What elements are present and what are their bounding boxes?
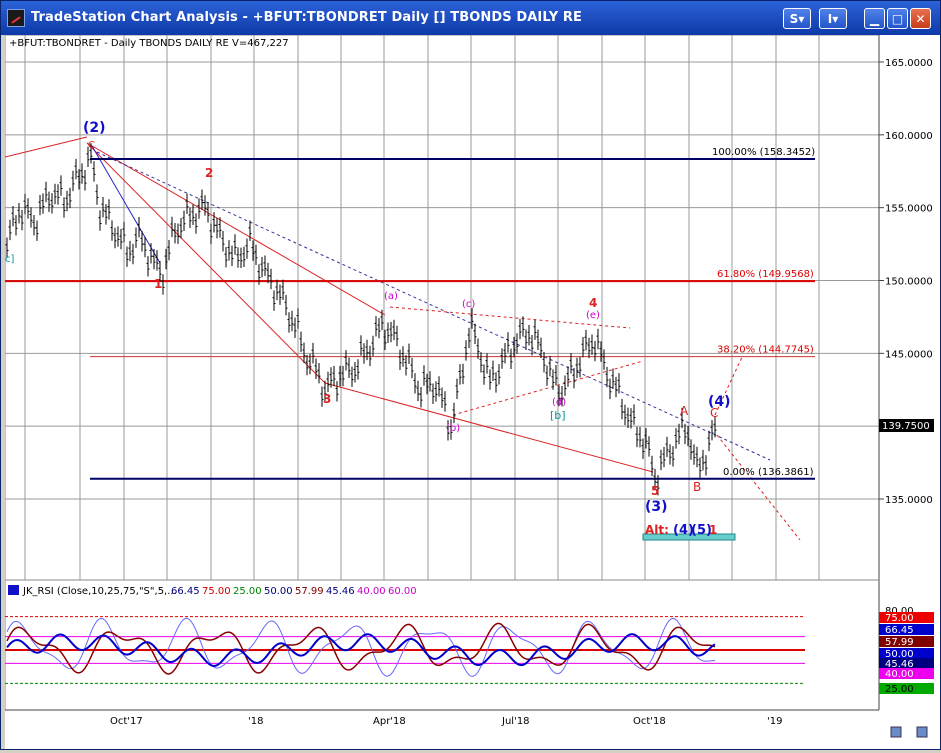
rsi-header-value: 57.99 xyxy=(295,586,324,597)
price-tick-label: 145.0000 xyxy=(885,349,933,360)
wave-label-B: B xyxy=(693,480,701,494)
rsi-indicator-icon[interactable] xyxy=(8,585,19,595)
price-tick-label: 165.0000 xyxy=(885,58,933,69)
wave-label-b: (b) xyxy=(446,423,460,434)
rsi-header-value: 45.46 xyxy=(326,586,355,597)
wave-label-A: A xyxy=(680,404,689,418)
rsi-header-value: 25.00 xyxy=(233,586,262,597)
fib-level-label: 100.00% (158.3452) xyxy=(712,147,815,158)
price-tick-label: 135.0000 xyxy=(885,495,933,506)
minimize-button[interactable]: ▁ xyxy=(864,8,885,29)
rsi-header-value: 66.45 xyxy=(171,586,200,597)
fib-level-label: 38.20% (144.7745) xyxy=(717,345,814,356)
price-axis: 165.0000 160.0000 155.0000 150.0000 145.0000… xyxy=(879,58,933,506)
fib-level-label: 0.00% (136.3861) xyxy=(723,467,814,478)
x-axis-label: '18 xyxy=(248,716,263,727)
rsi-header-value: 75.00 xyxy=(202,586,231,597)
wave-label-c: (c) xyxy=(462,299,475,310)
alt-minor-1: 1 xyxy=(709,523,717,537)
axis-corner xyxy=(879,710,940,749)
rsi-badge-text: 40.00 xyxy=(885,669,914,680)
chevron-down-icon: ▾ xyxy=(798,11,805,26)
zoom-in-icon[interactable] xyxy=(916,726,928,738)
wave-label-minor-3: 3 xyxy=(323,392,331,406)
wave-label-e: (e) xyxy=(586,310,600,321)
wave-label-c-top: C xyxy=(88,140,95,151)
wave-label-minor-1: 1 xyxy=(154,277,162,291)
price-tick-label: 160.0000 xyxy=(885,131,933,142)
wave-label-3: (3) xyxy=(645,499,668,515)
rsi-header-value: 50.00 xyxy=(264,586,293,597)
rsi-badge-text: 25.00 xyxy=(885,684,914,695)
window: TradeStation Chart Analysis - +BFUT:TBON… xyxy=(0,0,941,750)
x-axis-label: '19 xyxy=(767,716,782,727)
last-price-text: 139.7500 xyxy=(882,421,930,432)
fib-level-label: 61.80% (149.9568) xyxy=(717,269,814,280)
wave-label-minor-5: 5 xyxy=(651,484,659,498)
rsi-header-value: 60.00 xyxy=(388,586,417,597)
wave-label-minor-2: 2 xyxy=(205,166,213,180)
alt-label: Alt: xyxy=(645,523,669,537)
rsi-value-badges: 75.0066.4557.9950.0045.4640.0025.00 xyxy=(879,612,934,695)
wave-label-bracket-b: [b] xyxy=(550,409,566,422)
price-tick-label: 150.0000 xyxy=(885,277,933,288)
chevron-down-icon: ▾ xyxy=(832,11,839,26)
rsi-header-label: JK_RSI (Close,10,25,75,"S",5,... xyxy=(22,586,177,597)
styles-menu-label: S xyxy=(789,11,799,26)
x-axis-label: Oct'17 xyxy=(110,716,143,727)
rsi-badge-text: 66.45 xyxy=(885,625,914,636)
last-price-marker: 139.7500 xyxy=(879,419,934,432)
wave-label-c-bracket: c] xyxy=(5,254,14,265)
window-title: TradeStation Chart Analysis - +BFUT:TBON… xyxy=(31,10,582,25)
price-pane xyxy=(4,34,880,581)
rsi-pane xyxy=(4,579,880,711)
indicators-menu-button[interactable]: I ▾ xyxy=(819,8,847,29)
price-pane-header: +BFUT:TBONDRET - Daily TBONDS DAILY RE V… xyxy=(9,38,289,49)
zoom-out-icon[interactable] xyxy=(890,726,902,738)
x-axis-label: Oct'18 xyxy=(633,716,666,727)
price-tick-label: 155.0000 xyxy=(885,204,933,215)
wave-label-4: (4) xyxy=(708,394,731,410)
tradestation-app-icon[interactable] xyxy=(7,9,25,27)
maximize-button[interactable]: □ xyxy=(887,8,908,29)
wave-label-minor-4: 4 xyxy=(589,296,597,310)
rsi-badge-text: 57.99 xyxy=(885,637,914,648)
minimize-icon: ▁ xyxy=(869,11,880,26)
chart-canvas[interactable]: 165.0000 160.0000 155.0000 150.0000 145.0000… xyxy=(4,34,940,749)
x-axis-label: Apr'18 xyxy=(373,716,406,727)
close-button[interactable]: ✕ xyxy=(910,8,931,29)
rsi-header-value: 40.00 xyxy=(357,586,386,597)
close-icon: ✕ xyxy=(915,11,926,26)
title-bar[interactable]: TradeStation Chart Analysis - +BFUT:TBON… xyxy=(1,1,940,35)
wave-label-d: (d) xyxy=(552,397,566,408)
rsi-badge-text: 75.00 xyxy=(885,613,914,624)
styles-menu-button[interactable]: S ▾ xyxy=(783,8,811,29)
maximize-icon: □ xyxy=(891,11,904,26)
chart-area[interactable]: 165.0000 160.0000 155.0000 150.0000 145.0000… xyxy=(4,34,940,749)
wave-label-2: (2) xyxy=(83,120,106,136)
wave-label-a: (a) xyxy=(384,291,398,302)
x-axis-label: Jul'18 xyxy=(501,716,530,727)
